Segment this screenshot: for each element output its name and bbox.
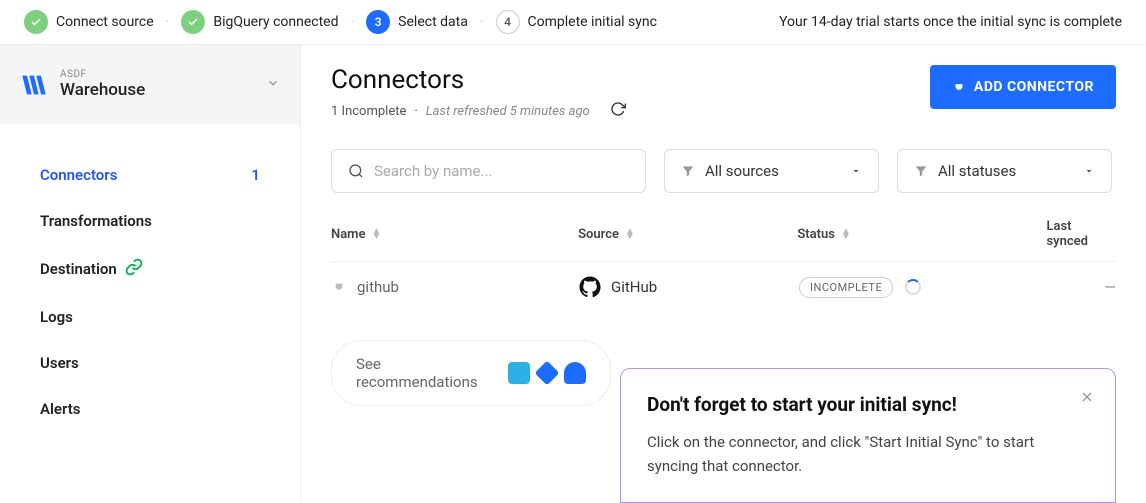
step-label: BigQuery connected xyxy=(213,14,338,30)
sidebar-item-alerts[interactable]: Alerts xyxy=(0,386,300,432)
step-connect-source: Connect source xyxy=(24,10,154,34)
step-number-badge: 3 xyxy=(366,10,390,34)
step-label: Complete initial sync xyxy=(528,14,657,30)
spinner-icon xyxy=(905,279,921,295)
service-icon xyxy=(535,361,560,386)
button-label: ADD CONNECTOR xyxy=(974,79,1094,95)
service-icon xyxy=(564,362,586,384)
chevron-down-icon xyxy=(266,75,280,94)
initial-sync-popover: Don't forget to start your initial sync!… xyxy=(620,368,1116,503)
nav-label: Connectors xyxy=(40,166,117,184)
plug-icon xyxy=(952,80,966,94)
connector-name: github xyxy=(357,278,399,296)
nav-label: Destination xyxy=(40,260,117,278)
sidebar-item-users[interactable]: Users xyxy=(0,340,300,386)
separator: · xyxy=(414,104,417,119)
dropdown-label: All statuses xyxy=(938,162,1073,180)
workspace-label: ASDF xyxy=(60,69,254,80)
search-input-wrapper[interactable] xyxy=(331,149,646,193)
workspace-switcher[interactable]: ASDF Warehouse xyxy=(0,45,300,124)
step-label: Select data xyxy=(398,14,468,30)
filter-bar: All sources All statuses xyxy=(301,149,1146,211)
chevron-down-icon xyxy=(1083,165,1095,177)
recommendation-icons xyxy=(508,362,586,384)
last-refreshed: Last refreshed 5 minutes ago xyxy=(426,104,590,119)
sidebar: ASDF Warehouse Connectors 1 Transformati… xyxy=(0,45,300,503)
sidebar-item-destination[interactable]: Destination xyxy=(0,244,300,294)
filter-icon xyxy=(681,164,695,178)
add-connector-button[interactable]: ADD CONNECTOR xyxy=(930,65,1116,109)
column-source[interactable]: Source ▲▼ xyxy=(578,219,797,249)
see-recommendations-button[interactable]: See recommendations xyxy=(331,340,611,406)
cell-last-synced: — xyxy=(1104,278,1116,296)
sort-icon: ▲▼ xyxy=(371,229,381,239)
source-name: GitHub xyxy=(611,278,657,296)
close-icon[interactable] xyxy=(1079,389,1095,410)
link-icon xyxy=(125,258,143,280)
step-complete-sync: 4 Complete initial sync xyxy=(496,10,657,34)
incomplete-count: 1 Incomplete xyxy=(331,104,406,119)
cell-source: GitHub xyxy=(579,276,799,298)
connectors-table: Name ▲▼ Source ▲▼ Status ▲▼ Last synced xyxy=(301,211,1146,312)
github-icon xyxy=(579,276,601,298)
sort-icon: ▲▼ xyxy=(841,229,851,239)
sidebar-nav: Connectors 1 Transformations Destination… xyxy=(0,124,300,460)
column-status[interactable]: Status ▲▼ xyxy=(797,219,1046,249)
refresh-icon[interactable] xyxy=(610,101,626,121)
cell-name: github xyxy=(331,278,579,296)
step-separator: · xyxy=(480,14,484,30)
popover-title: Don't forget to start your initial sync! xyxy=(647,393,1089,416)
status-badge: INCOMPLETE xyxy=(799,277,893,298)
popover-text: Click on the connector, and click "Start… xyxy=(647,430,1089,478)
search-input[interactable] xyxy=(374,162,629,180)
main-content: Connectors 1 Incomplete · Last refreshed… xyxy=(300,45,1146,503)
nav-label: Alerts xyxy=(40,400,81,418)
page-header: Connectors 1 Incomplete · Last refreshed… xyxy=(301,45,1146,149)
chevron-down-icon xyxy=(850,165,862,177)
cell-status: INCOMPLETE xyxy=(799,277,1049,298)
statuses-dropdown[interactable]: All statuses xyxy=(897,149,1112,193)
column-name[interactable]: Name ▲▼ xyxy=(331,219,578,249)
search-icon xyxy=(348,163,364,179)
service-icon xyxy=(508,362,530,384)
step-number-badge: 4 xyxy=(496,10,520,34)
nav-label: Users xyxy=(40,354,79,372)
column-last-synced: Last synced xyxy=(1046,219,1116,249)
step-separator: · xyxy=(166,14,170,30)
nav-count-badge: 1 xyxy=(251,166,260,184)
workspace-name: Warehouse xyxy=(60,80,254,100)
step-separator: · xyxy=(351,14,355,30)
page-subtitle: 1 Incomplete · Last refreshed 5 minutes … xyxy=(331,101,930,121)
check-icon xyxy=(24,10,48,34)
table-header: Name ▲▼ Source ▲▼ Status ▲▼ Last synced xyxy=(331,211,1116,261)
step-label: Connect source xyxy=(56,14,154,30)
trial-note: Your 14-day trial starts once the initia… xyxy=(779,14,1122,30)
sort-icon: ▲▼ xyxy=(625,229,635,239)
filter-icon xyxy=(914,164,928,178)
dropdown-label: All sources xyxy=(705,162,840,180)
sidebar-item-connectors[interactable]: Connectors 1 xyxy=(0,152,300,198)
step-select-data: 3 Select data xyxy=(366,10,468,34)
step-bigquery: BigQuery connected xyxy=(181,10,338,34)
sidebar-item-transformations[interactable]: Transformations xyxy=(0,198,300,244)
nav-label: Logs xyxy=(40,308,73,326)
sidebar-item-logs[interactable]: Logs xyxy=(0,294,300,340)
plug-icon xyxy=(331,279,347,295)
recommend-label: See recommendations xyxy=(356,355,490,391)
page-title: Connectors xyxy=(331,65,930,95)
nav-label: Transformations xyxy=(40,212,152,230)
onboarding-stepper: Connect source · BigQuery connected · 3 … xyxy=(0,0,1146,45)
check-icon xyxy=(181,10,205,34)
sources-dropdown[interactable]: All sources xyxy=(664,149,879,193)
table-row[interactable]: github GitHub INCOMPLETE — xyxy=(331,261,1116,312)
workspace-logo-icon xyxy=(20,71,48,99)
